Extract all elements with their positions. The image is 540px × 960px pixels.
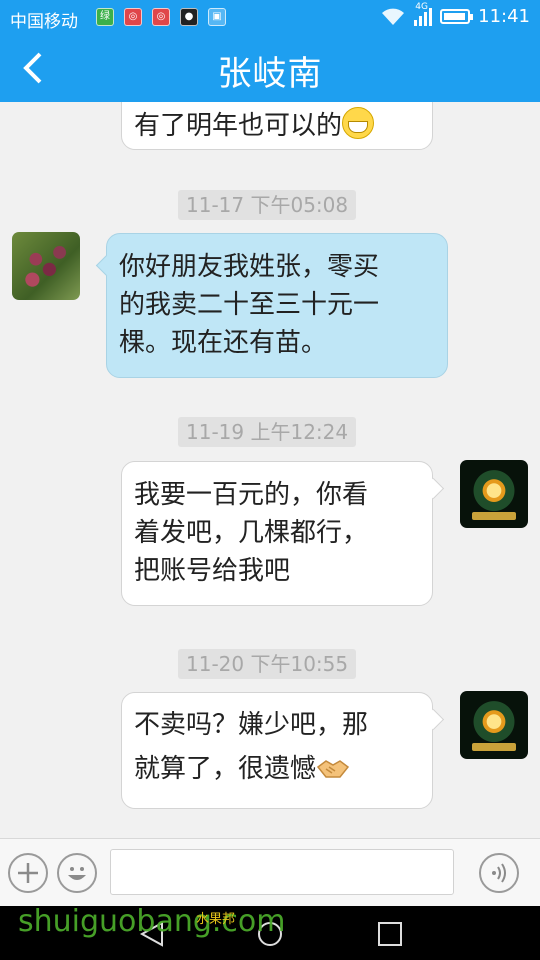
my-avatar[interactable]	[460, 691, 528, 759]
input-bar	[0, 838, 540, 907]
qq-icon: ●	[180, 8, 198, 26]
plus-icon	[18, 863, 38, 883]
weibo-icon: ◎	[152, 8, 170, 26]
timestamp: 11-17 下午05:08	[178, 190, 357, 220]
message-bubble[interactable]: 有了明年也可以的	[121, 102, 433, 150]
timestamp: 11-19 上午12:24	[178, 417, 357, 447]
voice-icon	[492, 863, 506, 883]
my-avatar[interactable]	[460, 460, 528, 528]
timestamp: 11-20 下午10:55	[178, 649, 357, 679]
clock: 11:41	[478, 6, 530, 27]
emoji-button[interactable]	[57, 853, 97, 893]
message-line: 着发吧，几棵都行，	[134, 518, 369, 548]
voice-button[interactable]	[479, 853, 519, 893]
page-title: 张岐南	[217, 54, 323, 94]
watermark-text: shuiguobang.com	[18, 904, 286, 939]
message-bubble[interactable]: 你好朋友我姓张，零买 的我卖二十至三十元一 棵。现在还有苗。	[106, 233, 448, 378]
signal-icon	[414, 7, 433, 26]
message-bubble[interactable]: 不卖吗？嫌少吧，那 就算了，很遗憾	[121, 692, 433, 809]
message-line: 就算了，很遗憾	[134, 754, 317, 784]
smiley-icon	[68, 867, 86, 880]
message-line: 我要一百元的，你看	[134, 480, 369, 510]
weibo-icon: ◎	[124, 8, 142, 26]
chat-area[interactable]: 有了明年也可以的 11-17 下午05:08 你好朋友我姓张，零买 的我卖二十至…	[0, 102, 540, 838]
message-line: 把账号给我吧	[134, 556, 291, 586]
title-bar: 张岐南	[0, 34, 540, 102]
message-line: 不卖吗？嫌少吧，那	[134, 710, 369, 740]
wifi-icon	[382, 8, 405, 25]
add-button[interactable]	[8, 853, 48, 893]
message-input[interactable]	[110, 849, 454, 895]
message-line: 的我卖二十至三十元一	[119, 290, 380, 320]
handshake-icon	[316, 760, 350, 778]
carrier-label: 中国移动	[10, 12, 78, 32]
message-bubble[interactable]: 我要一百元的，你看 着发吧，几棵都行， 把账号给我吧	[121, 461, 433, 606]
grin-icon	[342, 107, 375, 139]
nav-recents-icon[interactable]	[376, 920, 404, 948]
image-icon: ▣	[208, 8, 226, 26]
contact-avatar[interactable]	[12, 232, 80, 300]
message-line: 你好朋友我姓张，零买	[119, 252, 380, 282]
message-text: 有了明年也可以的	[134, 111, 343, 141]
notification-icons: 绿 ◎ ◎ ● ▣	[96, 8, 226, 26]
app-notification-icon: 绿	[96, 8, 114, 26]
status-bar: 中国移动 绿 ◎ ◎ ● ▣ 4G 11:41	[0, 0, 540, 34]
message-line: 棵。现在还有苗。	[119, 328, 328, 358]
battery-icon	[440, 9, 474, 24]
watermark-logo: 水果邦	[196, 912, 236, 927]
